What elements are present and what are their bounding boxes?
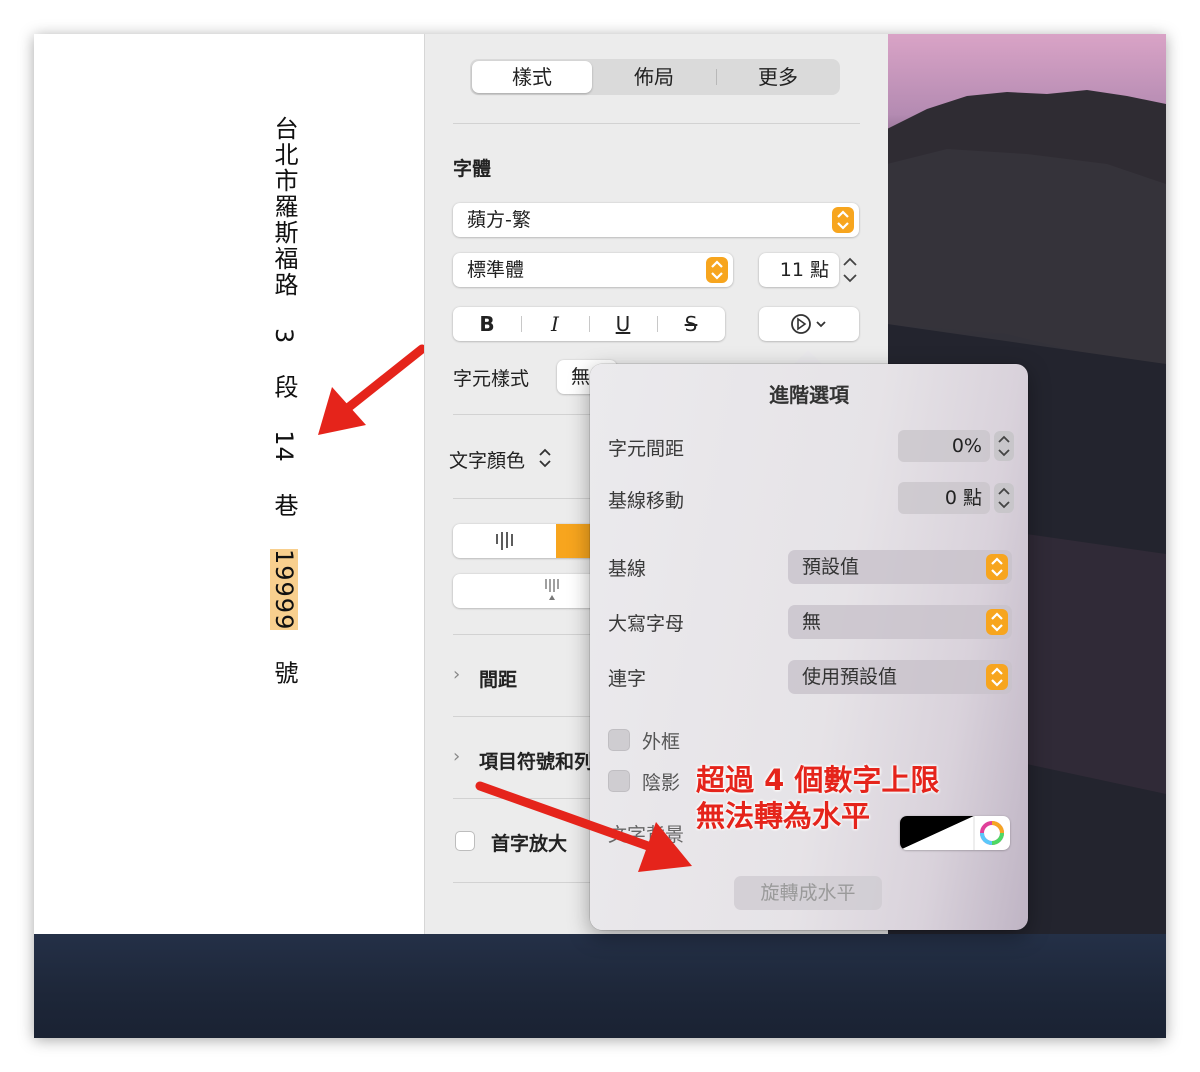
tab-style[interactable]: 樣式 (472, 61, 592, 93)
address-char-duan: 段 (270, 374, 298, 401)
caps-value: 無 (802, 611, 822, 633)
char-style-label: 字元樣式 (453, 368, 530, 390)
desktop-bottom-area (34, 934, 1166, 1038)
baseline-label: 基線 (608, 558, 647, 580)
tab-separator (716, 69, 717, 85)
char-spacing-field[interactable]: 0% (898, 430, 990, 462)
baseline-shift-stepper[interactable] (994, 483, 1014, 513)
stepper-icon (998, 435, 1010, 457)
popover-title: 進階選項 (769, 383, 849, 407)
annotation-text: 超過 4 個數字上限 無法轉為水平 (696, 762, 939, 834)
char-spacing-stepper[interactable] (994, 431, 1014, 461)
address-number-3-selected: 19999 (270, 548, 298, 631)
font-size-stepper-icon[interactable] (839, 253, 861, 287)
screenshot-frame: 台北市羅斯福路 3 段 14 巷 19999 號 樣式 佈局 更多 字體 蘋方-… (34, 34, 1166, 1038)
italic-button[interactable]: I (535, 307, 575, 341)
indent-icon[interactable] (541, 576, 565, 602)
tab-more[interactable]: 更多 (718, 59, 838, 95)
document-page[interactable]: 台北市羅斯福路 3 段 14 巷 19999 號 (34, 34, 424, 934)
bold-button[interactable]: B (467, 307, 507, 341)
ligature-value: 使用預設值 (802, 666, 898, 688)
address-number-1: 3 (270, 328, 298, 345)
updown-chevron-icon[interactable] (537, 446, 553, 470)
popover-arrow (794, 350, 822, 364)
text-color-label[interactable]: 文字顏色 (449, 446, 525, 473)
advanced-options-button[interactable] (759, 307, 859, 341)
outline-checkbox[interactable] (608, 729, 630, 751)
address-char-hao: 號 (270, 660, 298, 687)
font-family-value: 蘋方-繁 (467, 209, 531, 231)
popup-chevron-icon (706, 257, 728, 283)
divider (453, 123, 860, 124)
format-separator (657, 316, 658, 332)
stepper-icon (998, 487, 1010, 509)
baseline-shift-field[interactable]: 0 點 (898, 482, 990, 514)
ligature-label: 連字 (608, 668, 647, 690)
popup-chevron-icon (986, 664, 1008, 690)
caps-label: 大寫字母 (608, 613, 685, 635)
address-char-xiang: 巷 (270, 492, 298, 519)
popup-chevron-icon (986, 609, 1008, 635)
sidebar-tab-control: 樣式 佈局 更多 (470, 59, 840, 95)
format-separator (521, 316, 522, 332)
baseline-shift-label: 基線移動 (608, 490, 685, 512)
tab-layout[interactable]: 佈局 (594, 59, 714, 95)
underline-button[interactable]: U (603, 307, 643, 341)
font-family-popup[interactable]: 蘋方-繁 (453, 203, 859, 237)
address-number-2: 14 (270, 430, 298, 463)
format-separator (589, 316, 590, 332)
caps-popup[interactable]: 無 (788, 605, 1012, 639)
font-section-title: 字體 (453, 158, 492, 180)
font-style-popup[interactable]: 標準體 (453, 253, 733, 287)
red-arrow-right-icon (475, 781, 692, 872)
font-style-value: 標準體 (467, 259, 525, 281)
chevron-right-icon[interactable]: › (453, 664, 460, 685)
annotation-line-2: 無法轉為水平 (696, 799, 871, 833)
baseline-popup[interactable]: 預設值 (788, 550, 1012, 584)
color-wheel-icon[interactable] (980, 821, 1004, 845)
address-prefix: 台北市羅斯福路 (270, 116, 298, 298)
ligature-popup[interactable]: 使用預設值 (788, 660, 1012, 694)
popup-chevron-icon (986, 554, 1008, 580)
outline-label: 外框 (642, 731, 681, 753)
gear-chevron-icon (791, 314, 826, 334)
strikethrough-button[interactable]: S (671, 307, 711, 341)
baseline-value: 預設值 (802, 556, 860, 578)
popup-chevron-icon (832, 207, 854, 233)
vertical-align-icon[interactable] (493, 530, 517, 552)
font-size-field[interactable]: 11 點 (759, 253, 839, 287)
red-arrow-left-icon (318, 344, 427, 435)
bullets-label[interactable]: 項目符號和列 (479, 747, 593, 774)
spacing-label[interactable]: 間距 (479, 665, 517, 692)
rotate-horizontal-button[interactable]: 旋轉成水平 (734, 876, 882, 910)
chevron-right-icon[interactable]: › (453, 746, 460, 767)
char-spacing-label: 字元間距 (608, 438, 685, 460)
vertical-address-text[interactable]: 台北市羅斯福路 3 段 14 巷 19999 號 (262, 116, 302, 686)
annotation-line-1: 超過 4 個數字上限 (696, 763, 940, 797)
